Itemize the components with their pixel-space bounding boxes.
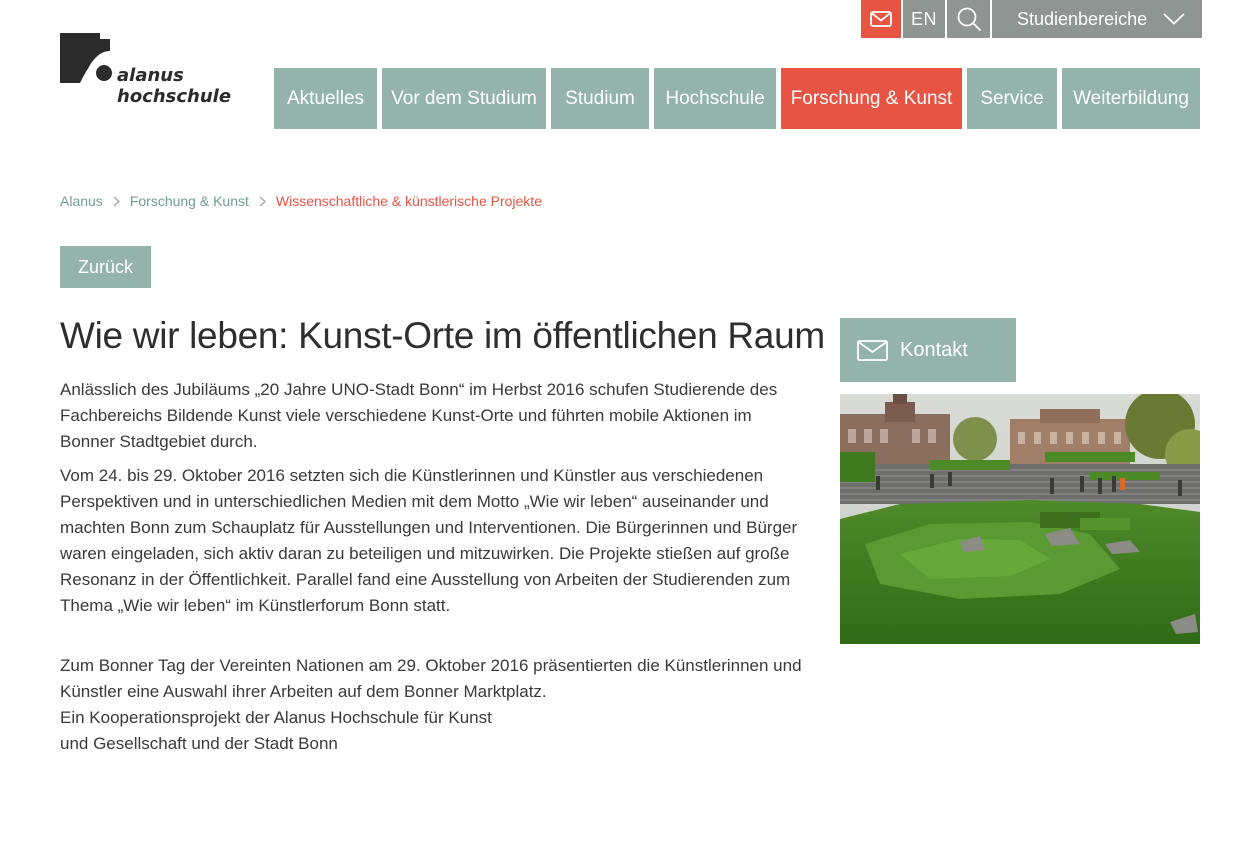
study-areas-dropdown[interactable]: Studienbereiche xyxy=(992,0,1202,38)
logo-text-line2: hochschule xyxy=(117,86,232,107)
article-text: Ein Kooperationsprojekt der Alanus Hochs… xyxy=(60,708,492,727)
nav-item-forschung-kunst[interactable]: Forschung & Kunst xyxy=(781,68,962,129)
contact-label: Kontakt xyxy=(900,338,968,361)
project-photo-image xyxy=(840,394,1200,644)
search-icon xyxy=(957,7,981,31)
logo-mark-icon xyxy=(60,33,112,83)
nav-item-studium[interactable]: Studium xyxy=(551,68,649,129)
utility-bar: EN Studienbereiche xyxy=(861,0,1202,38)
nav-item-service[interactable]: Service xyxy=(967,68,1057,129)
breadcrumb-current[interactable]: Wissenschaftliche & künstlerische Projek… xyxy=(276,193,542,209)
nav-item-vor-dem-studium[interactable]: Vor dem Studium xyxy=(382,68,546,129)
chevron-down-icon xyxy=(1163,13,1185,25)
article-body: Anlässlich des Jubiläums „20 Jahre UNO-S… xyxy=(60,377,810,757)
alanus-logo[interactable]: alanus hochschule xyxy=(60,33,232,108)
article-paragraph: Vom 24. bis 29. Oktober 2016 setzten sic… xyxy=(60,466,798,615)
project-photo xyxy=(840,394,1200,644)
chevron-right-icon xyxy=(259,196,266,207)
breadcrumb-link-forschung-kunst[interactable]: Forschung & Kunst xyxy=(130,193,249,209)
article-paragraph: Anlässlich des Jubiläums „20 Jahre UNO-S… xyxy=(60,380,778,451)
breadcrumb-link-alanus[interactable]: Alanus xyxy=(60,193,103,209)
envelope-icon xyxy=(857,339,888,361)
page-title: Wie wir leben: Kunst-Orte im öffentliche… xyxy=(60,315,825,356)
logo-text-line1: alanus xyxy=(117,65,184,86)
nav-item-weiterbildung[interactable]: Weiterbildung xyxy=(1062,68,1200,129)
language-switch[interactable]: EN xyxy=(903,0,945,38)
breadcrumb: Alanus Forschung & Kunst Wissenschaftlic… xyxy=(60,193,542,209)
article-text: und Gesellschaft und der Stadt Bonn xyxy=(60,734,338,753)
contact-button[interactable]: Kontakt xyxy=(840,318,1016,382)
search-button[interactable] xyxy=(947,0,990,38)
main-nav: Aktuelles Vor dem Studium Studium Hochsc… xyxy=(274,68,1200,129)
study-areas-label: Studienbereiche xyxy=(1017,8,1148,29)
nav-item-hochschule[interactable]: Hochschule xyxy=(654,68,776,129)
mail-button[interactable] xyxy=(861,0,901,38)
nav-item-aktuelles[interactable]: Aktuelles xyxy=(274,68,377,129)
back-button[interactable]: Zurück xyxy=(60,246,151,288)
article-text: Zum Bonner Tag der Vereinten Nationen am… xyxy=(60,656,802,701)
article-paragraph: Zum Bonner Tag der Vereinten Nationen am… xyxy=(60,653,810,757)
mail-icon xyxy=(870,11,892,27)
chevron-right-icon xyxy=(113,196,120,207)
